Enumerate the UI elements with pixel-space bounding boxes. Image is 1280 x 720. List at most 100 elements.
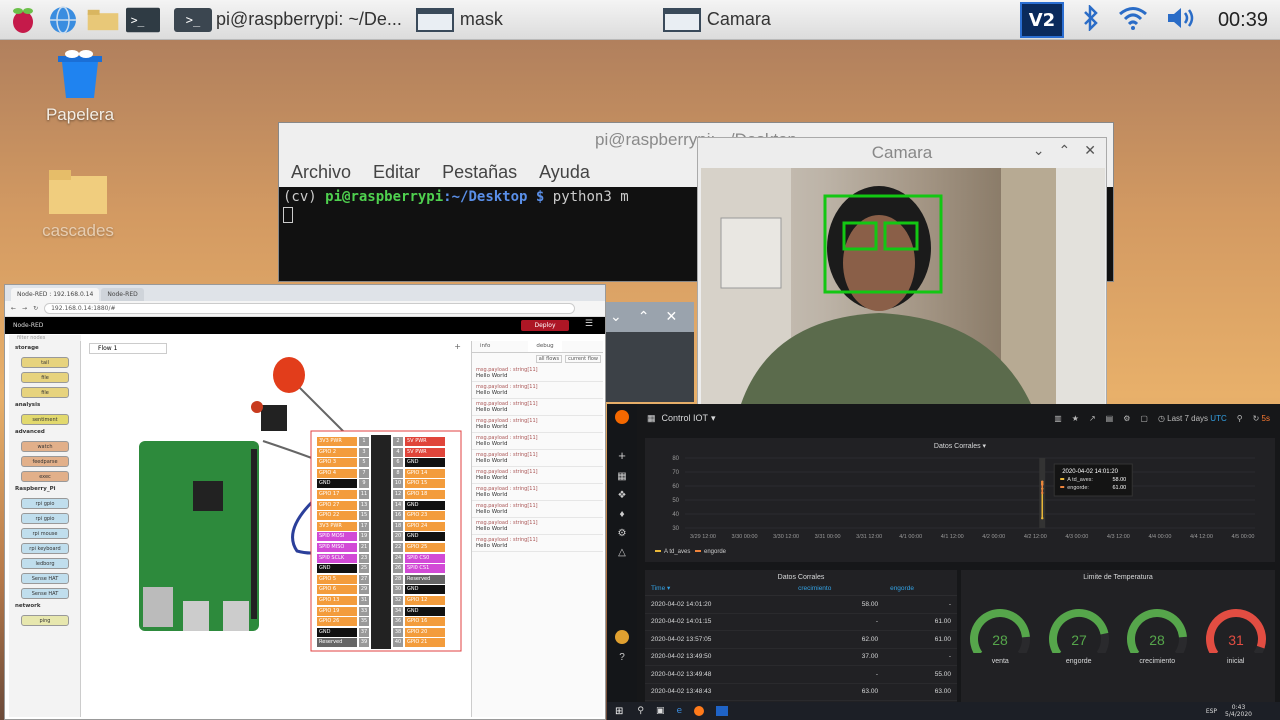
maximize-icon[interactable]: ⌃ <box>1059 142 1071 159</box>
tv-icon[interactable]: ▢ <box>1140 414 1148 423</box>
windows-start-icon[interactable]: ⊞ <box>615 706 623 717</box>
palette-node[interactable]: rpi mouse <box>21 528 69 539</box>
menu-pestanas[interactable]: Pestañas <box>442 162 517 183</box>
palette-node[interactable]: tail <box>21 357 69 368</box>
palette-node[interactable]: rpi gpio <box>21 513 69 524</box>
graph-panel[interactable]: Datos Corrales ▾ 30 40 50 60 70 80 3/29 12:00 3… <box>645 438 1275 562</box>
debug-message[interactable]: msg.payload : string[11] Hello World <box>472 501 603 518</box>
palette-node[interactable]: Sense HAT <box>21 588 69 599</box>
refresh-button[interactable]: ↻ 5s <box>1253 414 1270 423</box>
debug-message[interactable]: msg.payload : string[11] Hello World <box>472 467 603 484</box>
palette-node[interactable]: file <box>21 372 69 383</box>
bluetooth-icon[interactable] <box>1082 3 1100 35</box>
language-indicator[interactable]: ESP <box>1206 708 1217 715</box>
graph-title[interactable]: Datos Corrales ▾ <box>645 438 1275 450</box>
save-icon[interactable]: ▤ <box>1106 414 1114 423</box>
gear-icon[interactable]: ⚙ <box>1123 414 1130 423</box>
deploy-button[interactable]: Deploy <box>521 320 569 331</box>
task-camara[interactable]: Camara <box>662 3 771 37</box>
all-flows-button[interactable]: all flows <box>535 355 563 363</box>
menu-editar[interactable]: Editar <box>373 162 420 183</box>
column-header[interactable]: crecimiento <box>792 581 885 596</box>
debug-message[interactable]: msg.payload : string[11] Hello World <box>472 416 603 433</box>
desktop-icon-trash[interactable]: Papelera <box>30 48 130 125</box>
desktop-icon-folder[interactable]: cascades <box>28 166 128 241</box>
table-row[interactable]: 2020-04-02 14:01:15-61.00 <box>645 613 957 631</box>
palette-category[interactable]: advanced <box>9 425 80 437</box>
url-input[interactable]: 192.168.0.14:1880/# <box>44 303 575 314</box>
debug-message[interactable]: msg.payload : string[11] Hello World <box>472 450 603 467</box>
system-time[interactable]: 0:43 <box>1225 704 1252 711</box>
table-row[interactable]: 2020-04-02 13:49:48-55.00 <box>645 665 957 684</box>
add-panel-icon[interactable]: ▥ <box>1054 414 1062 423</box>
edge-icon[interactable]: e <box>677 706 683 716</box>
search-icon[interactable]: ⚲ <box>637 706 644 716</box>
grafana-window[interactable]: + ▦ ❖ ♦ ⚙ △ ? ▦ Control IOT ▾ ▥ ★ ↗ ▤ ⚙ … <box>607 404 1280 720</box>
clock[interactable]: 00:39 <box>1218 9 1268 32</box>
dashboard-title[interactable]: Control IOT <box>662 413 709 423</box>
reload-icon[interactable]: ↻ <box>33 305 38 312</box>
volume-icon[interactable] <box>1166 6 1196 34</box>
table-panel[interactable]: Datos Corrales Time ▾ crecimiento engorde 2… <box>645 570 957 706</box>
avatar[interactable] <box>615 630 629 644</box>
help-icon[interactable]: ? <box>607 652 637 663</box>
palette-node[interactable]: Sense HAT <box>21 573 69 584</box>
gauge-panel[interactable]: Limite de Temperatura 28 venta 27 engorde 28… <box>961 570 1275 706</box>
palette-node[interactable]: exec <box>21 471 69 482</box>
vnc-icon[interactable] <box>716 706 729 716</box>
chevron-down-icon[interactable]: ▾ <box>711 413 716 424</box>
tab-debug[interactable]: debug <box>528 341 562 352</box>
menu-icon[interactable]: ☰ <box>585 319 593 329</box>
minimize-icon[interactable]: ⌄ <box>1033 142 1045 159</box>
dashboards-icon[interactable]: ▦ <box>607 471 637 482</box>
browser-tab[interactable]: Node-RED <box>101 288 144 301</box>
table-row[interactable]: 2020-04-02 14:01:20 58.00- <box>645 595 957 614</box>
task-mask[interactable]: mask <box>415 3 503 37</box>
palette-node[interactable]: feedparse <box>21 456 69 467</box>
palette-category[interactable]: network <box>9 599 80 611</box>
zoom-out-icon[interactable]: ⚲ <box>1237 414 1243 423</box>
raspberry-menu-icon[interactable] <box>6 5 40 35</box>
debug-message[interactable]: msg.payload : string[11] Hello World <box>472 382 603 399</box>
tab-info[interactable]: info <box>472 341 498 352</box>
menu-archivo[interactable]: Archivo <box>291 162 351 183</box>
explore-icon[interactable]: ❖ <box>607 490 637 501</box>
system-date[interactable]: 5/4/2020 <box>1225 711 1252 718</box>
debug-message[interactable]: msg.payload : string[11] Hello World <box>472 518 603 535</box>
debug-message[interactable]: msg.payload : string[11] Hello World <box>472 484 603 501</box>
table-row[interactable]: 2020-04-02 13:57:05 62.00 61.00 <box>645 630 957 649</box>
camera-window[interactable]: Camara ⌄ ⌃ ✕ <box>697 137 1107 405</box>
palette-category[interactable]: analysis <box>9 398 80 410</box>
task-view-icon[interactable]: ▣ <box>656 706 665 716</box>
share-icon[interactable]: ↗ <box>1089 414 1096 423</box>
chevron-down-icon[interactable]: ⌄ <box>610 309 622 325</box>
wifi-icon[interactable] <box>1118 6 1148 34</box>
task-terminal[interactable]: >_ pi@raspberrypi: ~/De... <box>174 3 402 37</box>
table-row[interactable]: 2020-04-02 13:48:43 63.00 63.00 <box>645 683 957 701</box>
debug-message[interactable]: msg.payload : string[11] Hello World <box>472 433 603 450</box>
firefox-icon[interactable] <box>694 706 705 716</box>
debug-message[interactable]: msg.payload : string[11] Hello World <box>472 535 603 552</box>
close-icon[interactable]: ✕ <box>665 309 677 325</box>
gauge[interactable]: 27 engorde <box>1047 603 1111 665</box>
palette-node[interactable]: sentiment <box>21 414 69 425</box>
shield-icon[interactable]: △ <box>607 547 637 558</box>
forward-icon[interactable]: → <box>22 305 27 312</box>
node-red-browser-window[interactable]: Node-RED : 192.168.0.14 Node-RED ← → ↻ 1… <box>4 284 606 720</box>
gauge[interactable]: 28 crecimiento <box>1125 603 1189 665</box>
palette-node[interactable]: ping <box>21 615 69 626</box>
mask-window-peek[interactable]: ⌄ ⌃ ✕ <box>606 302 694 402</box>
plus-icon[interactable]: + <box>607 448 637 463</box>
palette-category[interactable]: storage <box>9 341 80 353</box>
flow-workspace[interactable]: Flow 1 + 3V3 PWR 1 GPIO 2 3 GPIO 3 5 GPIO 4 7 GN… <box>83 341 469 717</box>
vnc-icon[interactable]: V2 <box>1019 2 1064 38</box>
palette-node[interactable]: watch <box>21 441 69 452</box>
table-row[interactable]: 2020-04-02 13:49:50 37.00- <box>645 648 957 666</box>
bell-icon[interactable]: ♦ <box>607 509 637 520</box>
column-header[interactable]: engorde <box>884 581 957 596</box>
chevron-up-icon[interactable]: ⌃ <box>638 309 650 325</box>
palette-node[interactable]: rpi gpio <box>21 498 69 509</box>
time-picker[interactable]: ◷ Last 7 days UTC <box>1158 414 1227 423</box>
grafana-logo-icon[interactable] <box>615 410 629 424</box>
current-flow-button[interactable]: current flow <box>565 355 601 363</box>
